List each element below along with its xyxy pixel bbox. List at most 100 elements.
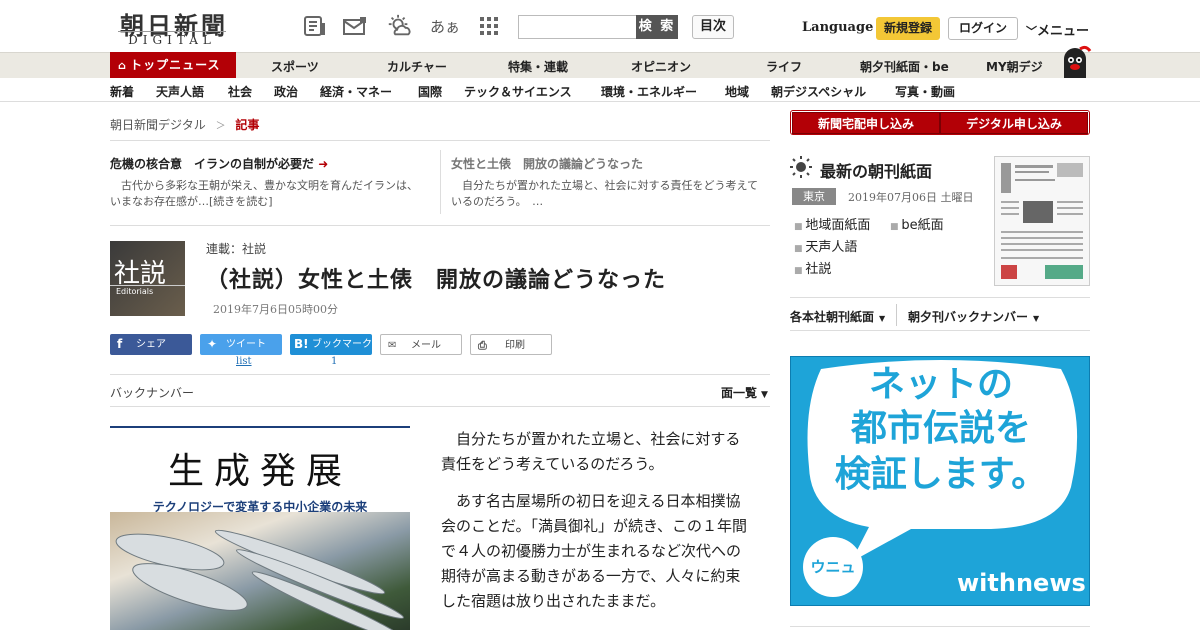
site-logo-sub[interactable]: DIGITAL — [118, 31, 226, 47]
divider — [110, 374, 770, 375]
nav2-item[interactable]: 写真・動画 — [895, 83, 955, 100]
nav2-item[interactable]: 新着 — [110, 83, 134, 100]
sun-icon — [790, 156, 812, 182]
breadcrumb-current: 記事 — [235, 118, 260, 132]
nav-item-life[interactable]: ライフ — [766, 58, 802, 75]
tweet-count[interactable]: list — [236, 356, 252, 367]
ad-line: ネットの — [868, 364, 1013, 405]
ad-line: 都市伝説を — [850, 408, 1031, 449]
unyu-badge: ウニュ — [803, 537, 863, 597]
print-button[interactable]: ⎙ 印刷 — [470, 334, 552, 355]
related-article-2[interactable]: 女性と土俵 開放の議論どうなった 自分たちが置かれた立場と、社会に対する責任をど… — [451, 155, 767, 210]
ad-title: 生成発展 — [167, 451, 352, 492]
home-icon: ⌂ — [118, 59, 126, 72]
search-input[interactable] — [518, 15, 638, 39]
nav-item-sports[interactable]: スポーツ — [271, 58, 319, 75]
nav2-item[interactable]: 政治 — [274, 83, 298, 100]
backnumber-dropdown[interactable]: 朝夕刊バックナンバー ▼ — [908, 308, 1039, 325]
article-paragraph: 自分たちが置かれた立場と、社会に対する責任をどう考えているのだろう。 — [441, 430, 741, 473]
facebook-icon: f — [117, 337, 123, 351]
newspaper-thumbnail[interactable] — [994, 156, 1090, 286]
nav2-item[interactable]: 環境・エネルギー — [601, 83, 697, 100]
tweet-button[interactable]: ✦ ツイート — [200, 334, 282, 355]
breadcrumb: 朝日新聞デジタル ＞ 記事 — [110, 116, 259, 133]
article-title: （社説）女性と土俵 開放の議論どうなった — [206, 268, 667, 293]
weather-icon[interactable] — [386, 14, 412, 38]
mail-icon: ✉ — [388, 340, 397, 351]
related-desc: 古代から多彩な王朝が栄え、豊かな文明を育んだイランは、いまなお存在感が…[続きを… — [110, 179, 418, 208]
paper-link[interactable]: ■ 天声人語 — [794, 236, 857, 255]
article-paragraph: あす名古屋場所の初日を迎える日本相撲協会のことだ。「満員御礼」が続き、この１年間… — [441, 492, 748, 610]
breadcrumb-separator: ＞ — [215, 121, 226, 132]
divider — [110, 140, 770, 141]
secondary-nav: 新着 天声人語 社会 政治 経済・マネー 国際 テック＆サイエンス 環境・エネル… — [0, 78, 1200, 102]
toc-button[interactable]: 目次 — [692, 15, 734, 39]
menu-button[interactable]: ﹀メニュー — [1026, 20, 1089, 39]
regional-paper-dropdown[interactable]: 各本社朝刊紙面 ▼ — [790, 308, 885, 325]
facebook-share-button[interactable]: f シェア — [110, 334, 192, 355]
all-list-dropdown[interactable]: 面一覧 ▼ — [721, 384, 768, 401]
caret-down-icon: ▼ — [879, 314, 886, 323]
breadcrumb-home[interactable]: 朝日新聞デジタル — [110, 118, 206, 132]
signup-button[interactable]: 新規登録 — [876, 17, 940, 40]
nav-top-label: トップニュース — [130, 58, 221, 72]
nav2-item[interactable]: 経済・マネー — [320, 83, 392, 100]
hatena-icon: B! — [294, 337, 309, 351]
nav-item-paper[interactable]: 朝夕刊紙面・be — [860, 58, 949, 75]
nav2-item[interactable]: テック＆サイエンス — [464, 83, 572, 100]
related-desc: 自分たちが置かれた立場と、社会に対する責任をどう考えているのだろう。 … — [451, 179, 759, 208]
nav-item-culture[interactable]: カルチャー — [387, 58, 447, 75]
nav-item-my[interactable]: MY朝デジ — [986, 58, 1043, 75]
divider — [896, 304, 897, 326]
caret-down-icon: ▼ — [761, 390, 768, 400]
login-button[interactable]: ログイン — [948, 17, 1018, 40]
article-body: 自分たちが置かれた立場と、社会に対する責任をどう考えているのだろう。 あす名古屋… — [441, 427, 747, 626]
bookmark-count[interactable]: 1 — [331, 356, 337, 367]
paper-link[interactable]: ■ 社説 — [794, 258, 831, 277]
print-icon: ⎙ — [478, 339, 487, 352]
mascot-icon[interactable] — [1058, 45, 1092, 79]
ad-line: 検証します。 — [834, 454, 1048, 495]
thumb-sub: Editorials — [116, 287, 154, 296]
subscribe-home-button[interactable]: 新聞宅配申し込み — [792, 112, 940, 134]
grid-icon[interactable] — [476, 14, 502, 38]
region-badge: 東京 — [792, 188, 836, 205]
divider — [440, 150, 441, 214]
hatena-bookmark-button[interactable]: B! ブックマーク — [290, 334, 372, 355]
mail-share-button[interactable]: ✉ メール — [380, 334, 462, 355]
related-article-1[interactable]: 危機の核合意 イランの自制が必要だ ➜ 古代から多彩な王朝が栄え、豊かな文明を育… — [110, 155, 428, 210]
chevron-down-icon: ﹀ — [1026, 25, 1037, 38]
mail-icon[interactable] — [342, 14, 368, 38]
article-date: 2019年7月6日05時00分 — [213, 303, 338, 316]
subscribe-digital-button[interactable]: デジタル申し込み — [940, 112, 1088, 134]
language-link[interactable]: Language — [802, 20, 873, 35]
nav2-item[interactable]: 社会 — [228, 83, 252, 100]
series-label[interactable]: 連載：社説 — [206, 240, 266, 257]
fish-photo — [110, 512, 410, 630]
ad-banner-left[interactable]: 生成発展 テクノロジーで変革する中小企業の未来 — [110, 426, 410, 630]
caret-down-icon: ▼ — [1033, 314, 1040, 323]
nav2-item[interactable]: 地域 — [725, 83, 749, 100]
latest-paper-title[interactable]: 最新の朝刊紙面 — [820, 158, 932, 182]
paper-date: 2019年07月06日 土曜日 — [848, 191, 974, 204]
search-button[interactable]: 検 索 — [636, 15, 678, 39]
backnumber-label[interactable]: バックナンバー — [110, 384, 194, 401]
nav2-item[interactable]: 天声人語 — [156, 83, 204, 100]
twitter-icon: ✦ — [207, 337, 218, 351]
paper-link[interactable]: ■ be紙面 — [890, 214, 944, 233]
nav-item-opinion[interactable]: オピニオン — [631, 58, 691, 75]
divider — [110, 406, 770, 407]
divider — [790, 626, 1090, 627]
nav2-item[interactable]: 朝デジスペシャル — [771, 83, 866, 100]
paper-link[interactable]: ■ 地域面紙面 — [794, 214, 870, 233]
divider — [110, 225, 770, 226]
related-title: 危機の核合意 イランの自制が必要だ ➜ — [110, 157, 329, 171]
nav-item-top-news[interactable]: ⌂ トップニュース — [110, 52, 236, 78]
series-thumbnail[interactable]: 社説 Editorials — [110, 241, 185, 316]
arrow-right-icon: ➜ — [314, 157, 329, 171]
newspaper-icon[interactable] — [302, 14, 328, 38]
nav-item-features[interactable]: 特集・連載 — [508, 58, 568, 75]
font-size-icon[interactable]: あぁ — [430, 14, 460, 38]
nav2-item[interactable]: 国際 — [418, 83, 442, 100]
ad-banner-withnews[interactable]: ネットの 都市伝説を 検証します。 ウニュ withnews — [790, 356, 1090, 606]
